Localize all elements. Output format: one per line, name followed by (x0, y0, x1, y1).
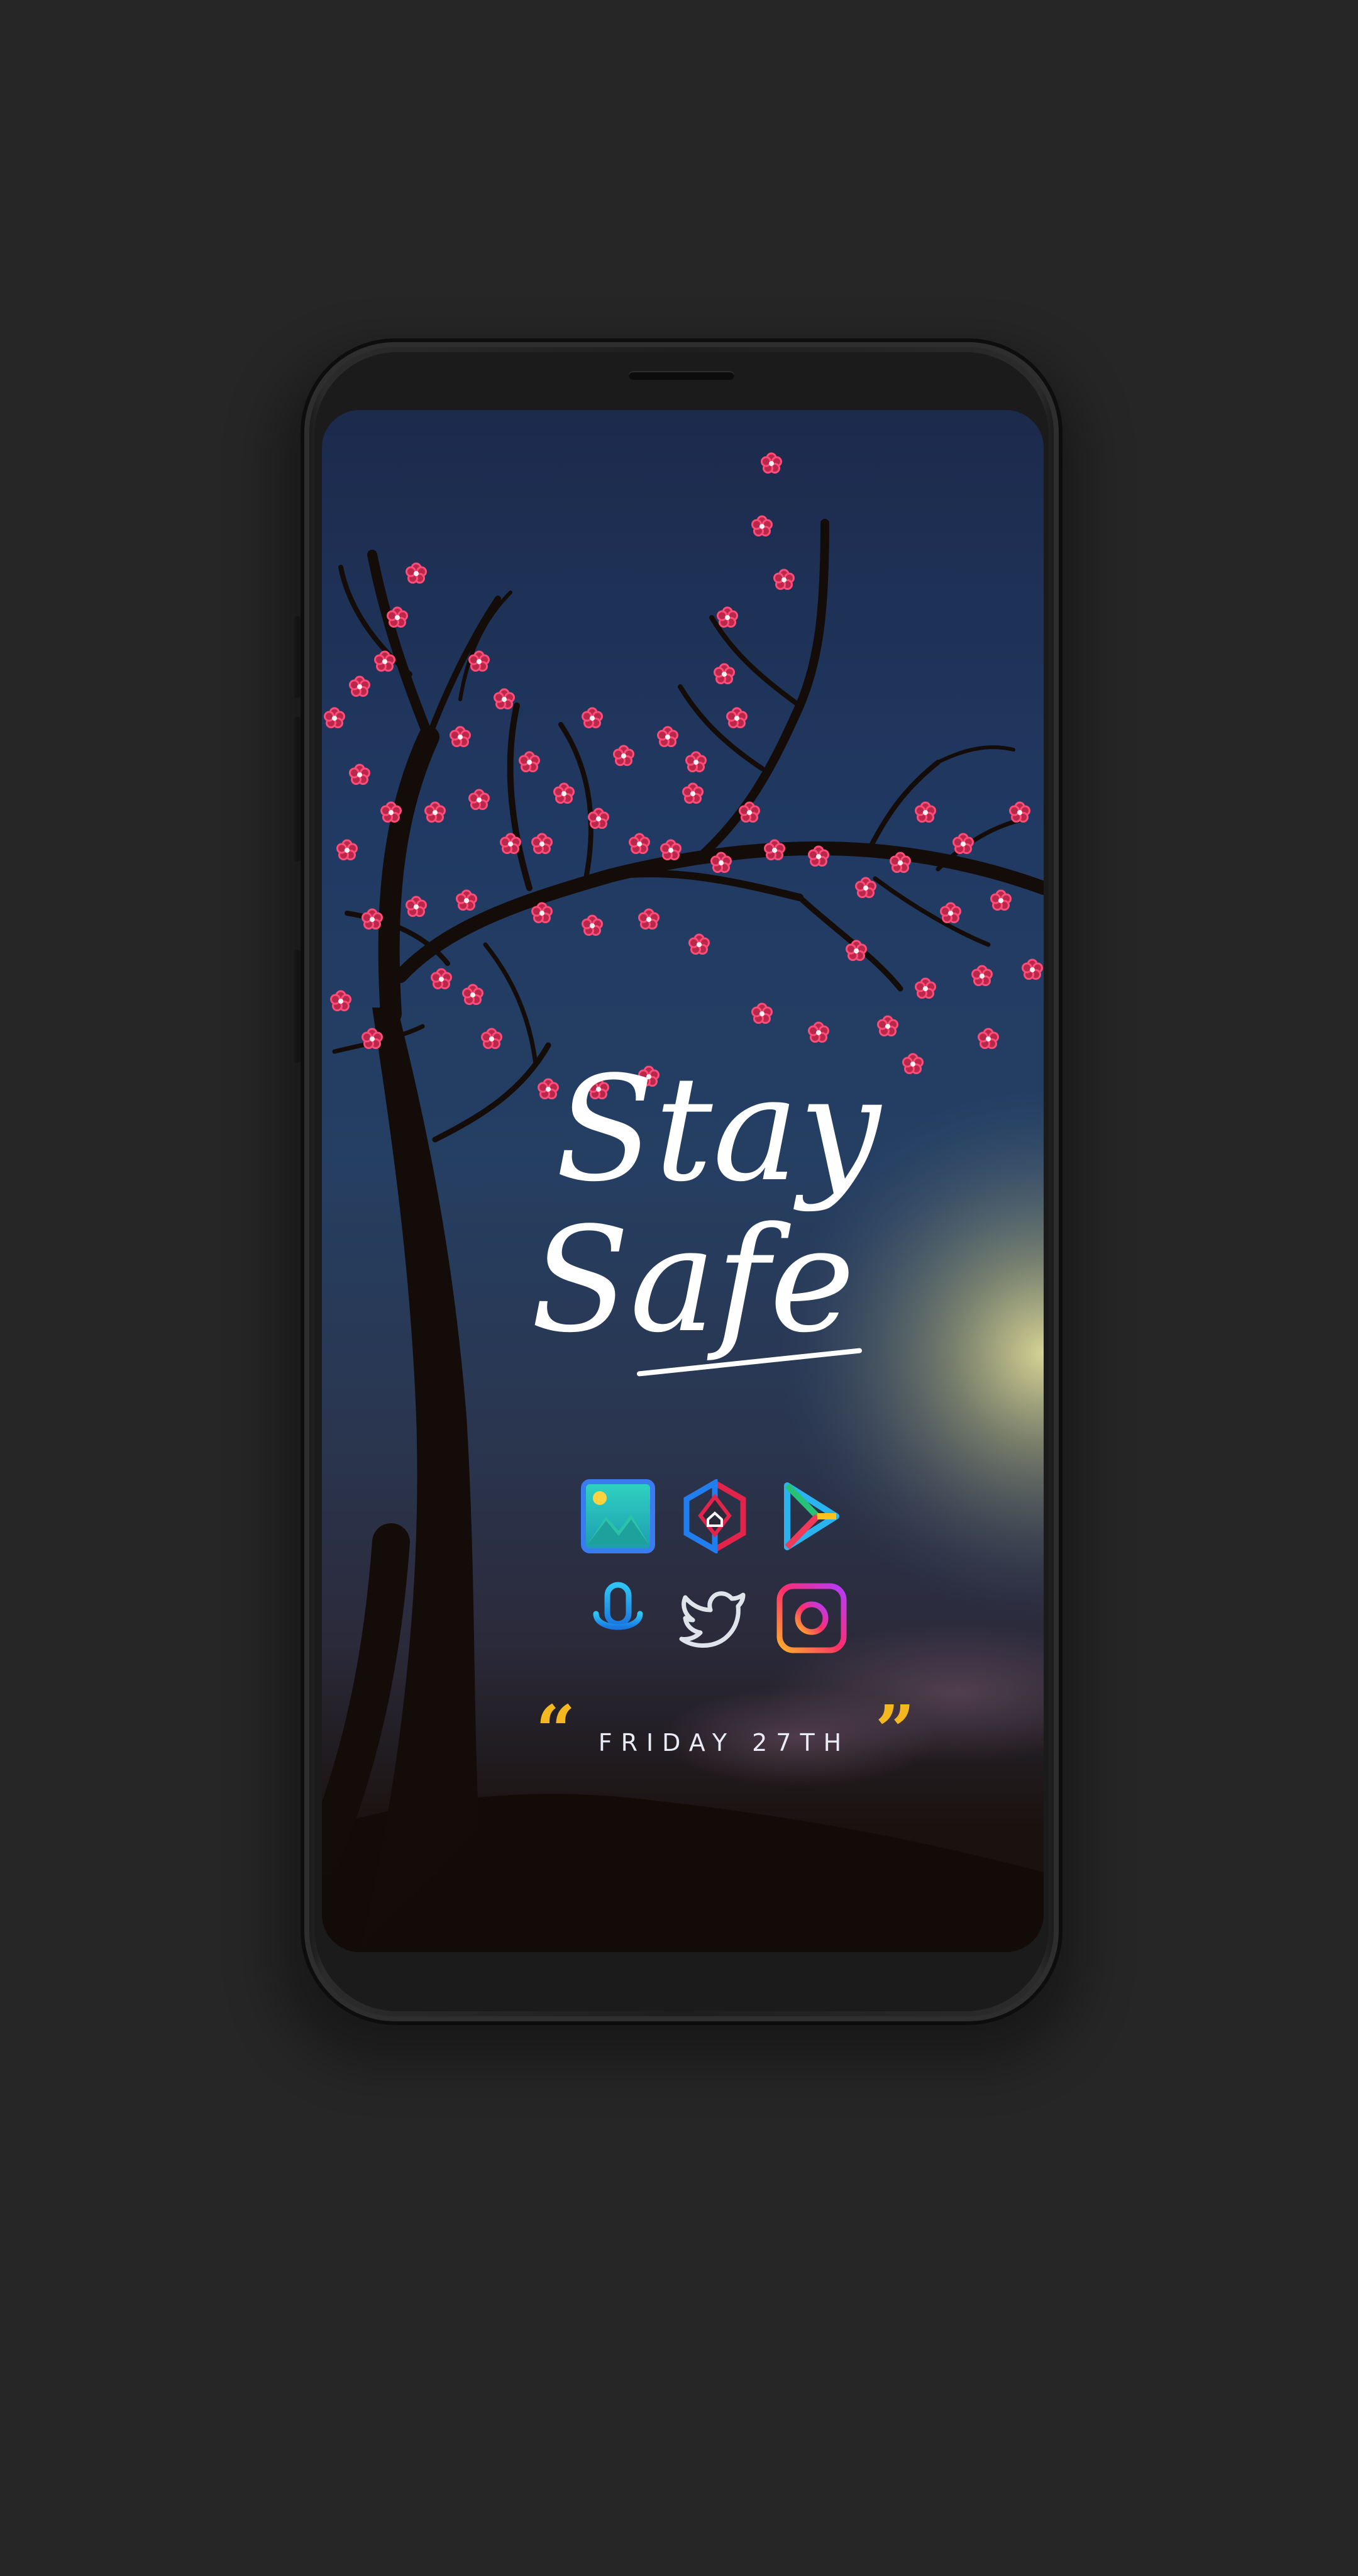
voice-assistant-icon[interactable] (581, 1581, 655, 1655)
side-button (294, 950, 301, 1063)
date-widget: “ FRIDAY 27TH ” (536, 1690, 915, 1772)
date-text: FRIDAY 27TH (598, 1729, 851, 1757)
stay-safe-headline: Stay Safe (504, 1058, 881, 1353)
mockup-stage: Stay Safe “ FRIDAY 27TH ” (0, 0, 1358, 2576)
bixby-button (294, 717, 301, 862)
nova-launcher-icon[interactable] (678, 1479, 752, 1553)
earpiece-speaker (629, 371, 734, 380)
instagram-icon[interactable] (775, 1581, 849, 1655)
play-store-icon[interactable] (775, 1479, 849, 1553)
volume-button (294, 616, 301, 698)
headline-line-2: Safe (531, 1197, 855, 1365)
gallery-icon[interactable] (581, 1479, 655, 1553)
headline-line-1: Stay (555, 1046, 881, 1214)
twitter-icon[interactable] (678, 1581, 752, 1655)
home-screen: Stay Safe “ FRIDAY 27TH ” (322, 410, 1044, 1952)
close-quote-mark: ” (875, 1690, 915, 1771)
open-quote-mark: “ (536, 1690, 576, 1771)
